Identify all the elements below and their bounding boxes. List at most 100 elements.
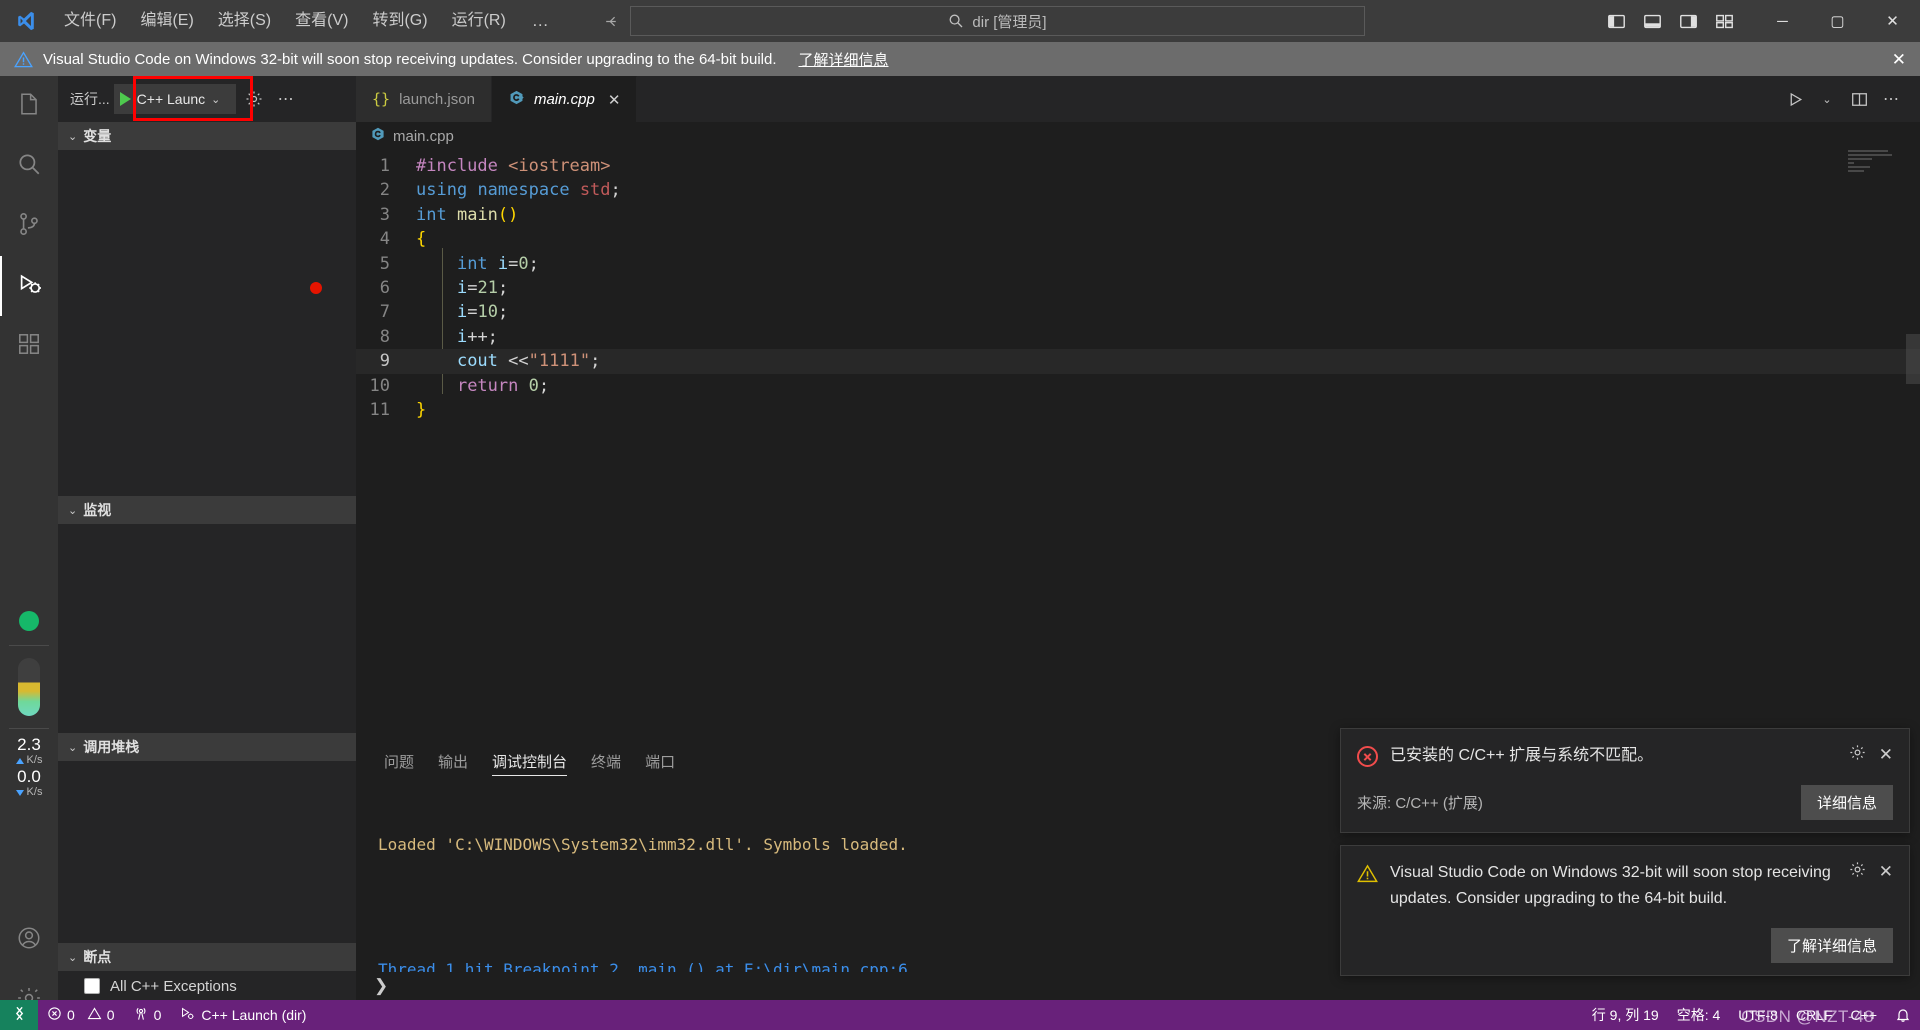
editor-vertical-scrollbar[interactable]	[1906, 334, 1920, 384]
run-icon[interactable]	[1780, 84, 1810, 114]
sidebar-section-variables[interactable]: ⌄ 变量	[58, 122, 356, 150]
close-icon[interactable]: ✕	[1879, 745, 1893, 765]
code-editor[interactable]: 1 #include <iostream> 2 using namespace …	[310, 150, 1920, 422]
minimap[interactable]	[1848, 150, 1906, 178]
panel-tab-ports[interactable]: 端口	[633, 740, 687, 782]
line-content: int main()	[416, 204, 519, 225]
sidebar-section-breakpoints[interactable]: ⌄ 断点	[58, 943, 356, 971]
run-debug-icon	[16, 270, 43, 302]
tab-main-cpp[interactable]: main.cpp ✕	[491, 76, 638, 122]
watch-body	[58, 524, 356, 733]
window-minimize-button[interactable]: ─	[1755, 0, 1810, 42]
status-indentation[interactable]: 空格: 4	[1668, 1000, 1730, 1030]
activity-item-search[interactable]	[0, 136, 58, 196]
panel-tab-debug-console[interactable]: 调试控制台	[480, 740, 579, 782]
close-icon[interactable]: ✕	[1879, 862, 1893, 882]
toggle-secondary-sidebar-icon[interactable]	[1671, 6, 1705, 36]
sidebar-more-actions-icon[interactable]: ⋯	[272, 85, 300, 113]
chevron-down-icon: ⌄	[68, 504, 78, 517]
status-language-mode[interactable]: C++	[1842, 1000, 1886, 1030]
quick-input-box[interactable]: dir [管理员]	[630, 6, 1365, 36]
remote-window-indicator[interactable]	[0, 1000, 38, 1030]
menu-edit[interactable]: 编辑(E)	[128, 0, 205, 42]
download-unit-text: K/s	[26, 786, 43, 798]
activity-item-extensions[interactable]	[0, 316, 58, 376]
code-line-7: 7 i=10;	[356, 300, 1920, 324]
banner-text: Visual Studio Code on Windows 32-bit wil…	[43, 50, 777, 68]
toggle-primary-sidebar-icon[interactable]	[1599, 6, 1633, 36]
chevron-down-icon[interactable]: ⌄	[211, 93, 220, 106]
activity-item-run-and-debug[interactable]	[0, 256, 58, 316]
navigate-back-icon[interactable]	[598, 7, 626, 35]
customize-layout-icon[interactable]	[1707, 6, 1741, 36]
editor-actions: ⌄ ⋯	[1780, 76, 1920, 122]
menu-file[interactable]: 文件(F)	[52, 0, 128, 42]
toggle-panel-icon[interactable]	[1635, 6, 1669, 36]
divider	[9, 728, 49, 729]
line-number: 2	[379, 180, 390, 201]
title-bar: 文件(F) 编辑(E) 选择(S) 查看(V) 转到(G) 运行(R) … di…	[0, 0, 1920, 42]
quick-input-text: dir [管理员]	[972, 13, 1047, 31]
menu-selection[interactable]: 选择(S)	[206, 0, 283, 42]
sidebar-section-watch[interactable]: ⌄ 监视	[58, 496, 356, 524]
panel-tab-terminal[interactable]: 终端	[579, 740, 633, 782]
breakpoint-checkbox[interactable]	[84, 978, 100, 994]
breakpoint-glyph-icon[interactable]	[310, 281, 322, 294]
line-content: int i=0;	[456, 253, 539, 274]
tab-close-icon[interactable]: ✕	[608, 91, 621, 109]
status-cursor-position[interactable]: 行 9, 列 19	[1583, 1000, 1668, 1030]
window-maximize-button[interactable]: ▢	[1810, 0, 1865, 42]
line-content: i++;	[456, 326, 498, 347]
notification-header: 已安装的 C/C++ 扩展与系统不匹配。 ✕	[1357, 743, 1893, 769]
breakpoint-row-all-exceptions[interactable]: All C++ Exceptions	[58, 971, 356, 1001]
open-launch-json-gear-icon[interactable]	[240, 85, 268, 113]
network-status-dot-icon	[19, 611, 39, 631]
line-content: return 0;	[456, 375, 550, 396]
status-debug-session[interactable]: C++ Launch (dir)	[170, 1000, 315, 1030]
editor-more-actions-icon[interactable]: ⋯	[1876, 84, 1906, 114]
notification-32bit-update: Visual Studio Code on Windows 32-bit wil…	[1340, 845, 1910, 976]
banner-close-icon[interactable]: ✕	[1892, 50, 1906, 70]
notification-learn-more-button[interactable]: 了解详细信息	[1770, 928, 1893, 963]
line-content: }	[416, 399, 427, 420]
line-number: 8	[379, 326, 390, 347]
debug-console-input[interactable]: ❯	[356, 972, 388, 1000]
status-notifications-bell-icon[interactable]	[1886, 1000, 1920, 1030]
split-editor-icon[interactable]	[1844, 84, 1874, 114]
chevron-right-icon: ❯	[374, 976, 389, 995]
chevron-down-icon: ⌄	[68, 951, 78, 964]
window-close-button[interactable]: ✕	[1865, 0, 1920, 42]
error-circle-icon	[1357, 746, 1378, 767]
vscode-logo-icon	[0, 10, 52, 32]
status-eol[interactable]: CRLF	[1787, 1000, 1842, 1030]
line-content: using namespace std;	[416, 180, 621, 201]
status-problems[interactable]: 0 0	[38, 1000, 124, 1030]
tab-label: launch.json	[399, 90, 475, 108]
run-dropdown-icon[interactable]: ⌄	[1812, 84, 1842, 114]
line-number: 11	[369, 399, 390, 420]
sidebar-section-call-stack[interactable]: ⌄ 调用堆栈	[58, 733, 356, 761]
activity-item-account[interactable]	[0, 910, 58, 970]
source-control-icon	[16, 211, 42, 242]
gear-icon[interactable]	[1848, 743, 1867, 767]
panel-tab-output[interactable]: 输出	[426, 740, 480, 782]
menu-more-icon[interactable]: …	[518, 11, 564, 31]
menu-view[interactable]: 查看(V)	[283, 0, 360, 42]
activity-item-source-control[interactable]	[0, 196, 58, 256]
tab-launch-json[interactable]: {} launch.json	[356, 76, 492, 122]
menu-go[interactable]: 转到(G)	[360, 0, 439, 42]
activity-item-explorer[interactable]	[0, 76, 58, 136]
breadcrumb[interactable]: main.cpp	[356, 122, 1920, 150]
play-icon[interactable]	[119, 92, 131, 106]
launch-config-dropdown[interactable]: C++ Launc ⌄	[113, 84, 236, 114]
line-number: 7	[379, 302, 390, 323]
status-encoding[interactable]: UTF-8	[1729, 1000, 1787, 1030]
panel-tab-problems[interactable]: 问题	[372, 740, 426, 782]
notification-details-button[interactable]: 详细信息	[1800, 785, 1893, 820]
account-icon	[16, 925, 42, 956]
gear-icon[interactable]	[1848, 860, 1867, 884]
menu-run[interactable]: 运行(R)	[440, 0, 518, 42]
banner-learn-more-link[interactable]: 了解详细信息	[799, 49, 889, 70]
status-ports[interactable]: 0	[124, 1000, 171, 1030]
remote-window-icon	[11, 1005, 28, 1025]
